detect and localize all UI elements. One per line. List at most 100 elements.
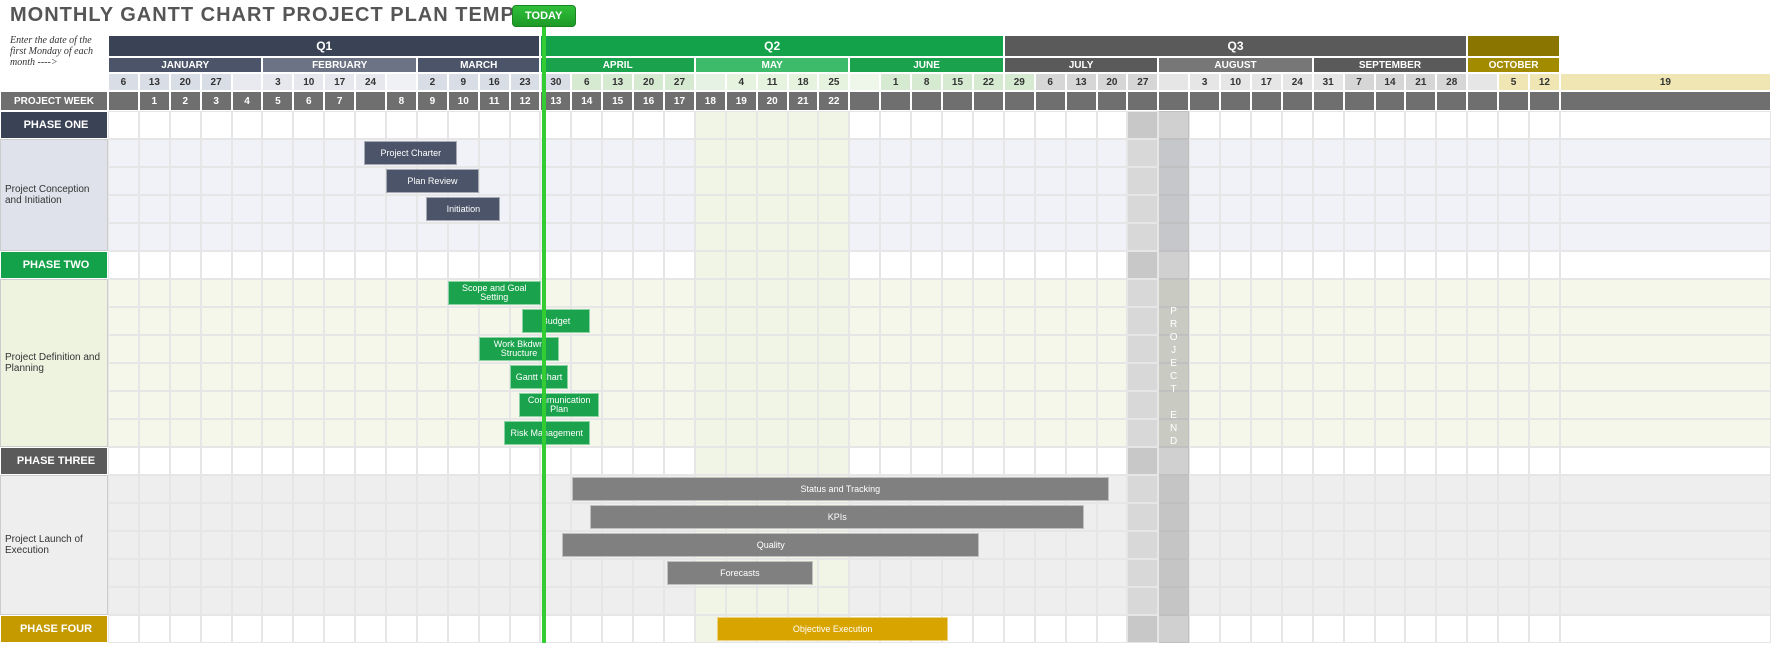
task-bar[interactable]: Risk Management	[504, 421, 591, 445]
day-march-23[interactable]: 23	[510, 73, 541, 91]
day-july-13[interactable]: 13	[1066, 73, 1097, 91]
day-september-14[interactable]: 14	[1375, 73, 1406, 91]
phase-3-side: Project Launch of Execution	[0, 475, 108, 615]
day-may-18[interactable]: 18	[788, 73, 819, 91]
day-february-24[interactable]: 24	[355, 73, 386, 91]
week-41	[1344, 91, 1375, 111]
week-31	[1035, 91, 1066, 111]
week-27	[911, 91, 942, 111]
week-24: 22	[818, 91, 849, 111]
task-bar[interactable]: Communication Plan	[519, 393, 599, 417]
task-bar[interactable]: Status and Tracking	[572, 477, 1110, 501]
week-8: 7	[324, 91, 355, 111]
week-25	[849, 91, 880, 111]
task-bar[interactable]: Gantt Chart	[510, 365, 569, 389]
day-may-11[interactable]: 11	[757, 73, 788, 91]
week-3: 2	[170, 91, 201, 111]
week-5: 4	[232, 91, 263, 111]
today-line	[542, 27, 546, 643]
day-august-24[interactable]: 24	[1282, 73, 1313, 91]
day-september-21[interactable]: 21	[1405, 73, 1436, 91]
day-february-17[interactable]: 17	[324, 73, 355, 91]
day-september-28[interactable]: 28	[1436, 73, 1467, 91]
day-august-10[interactable]: 10	[1220, 73, 1251, 91]
day-january-20[interactable]: 20	[170, 73, 201, 91]
day-june-29[interactable]: 29	[1004, 73, 1035, 91]
task-bar[interactable]: Plan Review	[386, 169, 479, 193]
month-may: MAY	[695, 57, 849, 73]
week-48	[1560, 91, 1771, 111]
day-july-6[interactable]: 6	[1035, 73, 1066, 91]
day-august-31[interactable]: 31	[1313, 73, 1344, 91]
day-march-9[interactable]: 9	[448, 73, 479, 91]
week-33	[1097, 91, 1128, 111]
day-june-1[interactable]: 1	[880, 73, 911, 91]
day-july-20[interactable]: 20	[1097, 73, 1128, 91]
week-34	[1127, 91, 1158, 111]
day-january-6[interactable]: 6	[108, 73, 139, 91]
week-39	[1282, 91, 1313, 111]
today-marker: TODAY	[512, 5, 576, 27]
day-april-20[interactable]: 20	[633, 73, 664, 91]
week-37	[1220, 91, 1251, 111]
day-february-3[interactable]: 3	[262, 73, 293, 91]
day-august-17[interactable]: 17	[1251, 73, 1282, 91]
day-april-6[interactable]: 6	[571, 73, 602, 91]
day-october-19[interactable]: 19	[1560, 73, 1771, 91]
day-march-16[interactable]: 16	[479, 73, 510, 91]
phase-1-header: PHASE ONE	[0, 111, 108, 139]
month-september: SEPTEMBER	[1313, 57, 1467, 73]
task-bar[interactable]: Quality	[562, 533, 979, 557]
task-bar[interactable]: Forecasts	[667, 561, 812, 585]
day-october-12[interactable]: 12	[1529, 73, 1560, 91]
week-16: 14	[571, 91, 602, 111]
day-june-15[interactable]: 15	[942, 73, 973, 91]
week-38	[1251, 91, 1282, 111]
day-january-27[interactable]: 27	[201, 73, 232, 91]
task-bar[interactable]: Initiation	[426, 197, 500, 221]
week-13: 11	[479, 91, 510, 111]
phase-2-side: Project Definition and Planning	[0, 279, 108, 447]
task-bar[interactable]: Project Charter	[364, 141, 457, 165]
phase-2-header: PHASE TWO	[0, 251, 108, 279]
day-april-27[interactable]: 27	[664, 73, 695, 91]
day-april-13[interactable]: 13	[602, 73, 633, 91]
week-9	[355, 91, 386, 111]
day-may-25[interactable]: 25	[818, 73, 849, 91]
day-july-27[interactable]: 27	[1127, 73, 1158, 91]
week-45	[1467, 91, 1498, 111]
month-october: OCTOBER	[1467, 57, 1560, 73]
week-19: 17	[664, 91, 695, 111]
week-1	[108, 91, 139, 111]
week-36	[1189, 91, 1220, 111]
week-23: 21	[788, 91, 819, 111]
day-february-10[interactable]: 10	[293, 73, 324, 91]
week-17: 15	[602, 91, 633, 111]
month-january: JANUARY	[108, 57, 262, 73]
task-bar[interactable]: KPIs	[590, 505, 1084, 529]
task-bar[interactable]: Work Bkdwn Structure	[479, 337, 559, 361]
task-bar[interactable]: Budget	[522, 309, 590, 333]
week-30	[1004, 91, 1035, 111]
quarter-Q3: Q3	[1004, 35, 1467, 57]
week-46	[1498, 91, 1529, 111]
day-august-3[interactable]: 3	[1189, 73, 1220, 91]
day-june-8[interactable]: 8	[911, 73, 942, 91]
day-september-7[interactable]: 7	[1344, 73, 1375, 91]
month-july: JULY	[1004, 57, 1158, 73]
quarter-Q1: Q1	[108, 35, 540, 57]
day-may-4[interactable]: 4	[726, 73, 757, 91]
task-bar[interactable]: Scope and Goal Setting	[448, 281, 541, 305]
quarter-Q2: Q2	[540, 35, 1003, 57]
day-january-13[interactable]: 13	[139, 73, 170, 91]
day-june-22[interactable]: 22	[973, 73, 1004, 91]
week-6: 5	[262, 91, 293, 111]
month-june: JUNE	[849, 57, 1003, 73]
week-22: 20	[757, 91, 788, 111]
task-bar[interactable]: Objective Execution	[717, 617, 949, 641]
week-47	[1529, 91, 1560, 111]
day-october-5[interactable]: 5	[1498, 73, 1529, 91]
page-title: MONTHLY GANTT CHART PROJECT PLAN TEMPLAT…	[0, 0, 1771, 35]
day-march-2[interactable]: 2	[417, 73, 448, 91]
week-2: 1	[139, 91, 170, 111]
